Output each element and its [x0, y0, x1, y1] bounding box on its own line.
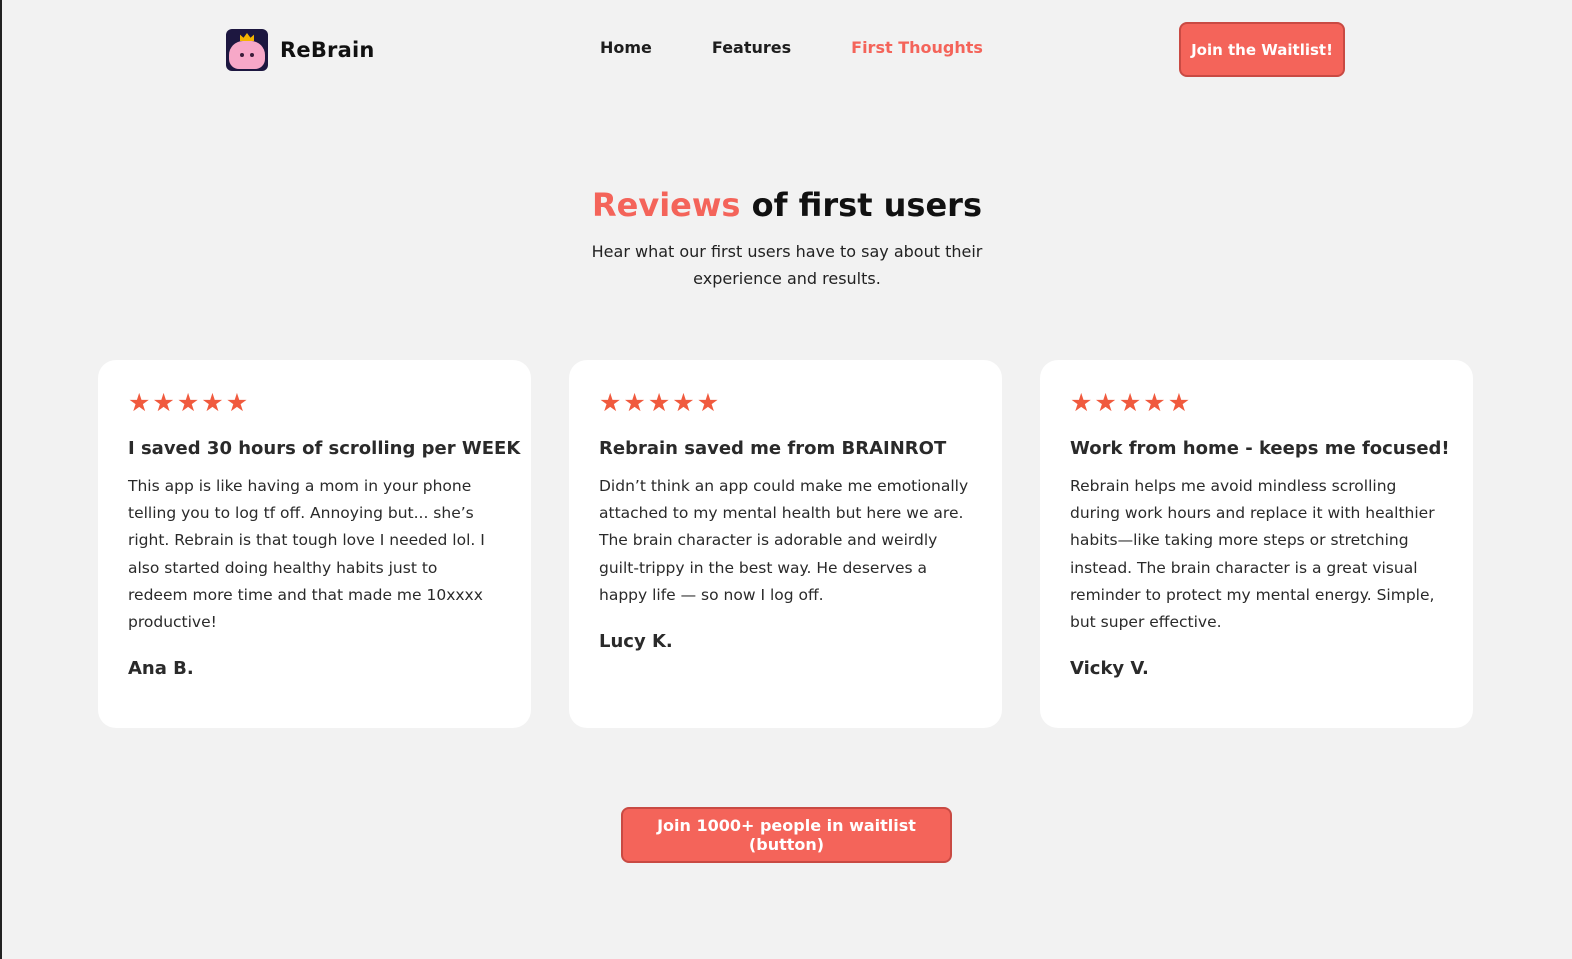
- review-card: ★ ★ ★ ★ ★ I saved 30 hours of scrolling …: [98, 360, 531, 728]
- star-icon: ★: [1118, 388, 1142, 417]
- star-icon: ★: [1094, 388, 1117, 417]
- section-title-accent: Reviews: [591, 186, 741, 224]
- star-icon: ★: [599, 388, 622, 417]
- nav-link-home[interactable]: Home: [600, 38, 652, 57]
- review-author: Ana B.: [128, 658, 194, 680]
- star-rating: ★ ★ ★ ★ ★: [599, 390, 972, 416]
- star-icon: ★: [1143, 388, 1166, 417]
- nav-link-first-thoughts[interactable]: First Thoughts: [851, 38, 983, 57]
- review-title: Rebrain saved me from BRAINROT: [599, 438, 947, 459]
- brand-name: ReBrain: [280, 38, 375, 62]
- star-icon: ★: [152, 388, 175, 417]
- review-author: Vicky V.: [1070, 658, 1149, 680]
- star-rating: ★ ★ ★ ★ ★: [1070, 390, 1443, 416]
- review-card: ★ ★ ★ ★ ★ Work from home - keeps me focu…: [1040, 360, 1473, 728]
- review-author: Lucy K.: [599, 631, 673, 652]
- review-body: This app is like having a mom in your ph…: [128, 477, 485, 632]
- review-title: I saved 30 hours of scrolling per WEEK: [128, 438, 521, 459]
- section-title-rest: of first users: [740, 186, 982, 224]
- star-icon: ★: [647, 388, 671, 417]
- review-title: Work from home - keeps me focused!: [1070, 438, 1450, 459]
- review-card: ★ ★ ★ ★ ★ Rebrain saved me from BRAINROT…: [569, 360, 1002, 728]
- star-rating: ★ ★ ★ ★ ★: [128, 390, 501, 416]
- review-body: Didn’t think an app could make me emotio…: [599, 477, 969, 604]
- section-title: Reviews of first users: [2, 186, 1572, 224]
- star-icon: ★: [176, 388, 200, 417]
- star-icon: ★: [672, 388, 695, 417]
- site-header: ReBrain Home Features First Thoughts Joi…: [2, 0, 1572, 100]
- star-icon: ★: [1167, 388, 1191, 417]
- star-icon: ★: [623, 388, 646, 417]
- nav-link-features[interactable]: Features: [712, 38, 791, 57]
- star-icon: ★: [128, 388, 151, 417]
- brain-crown-logo-icon: [226, 29, 268, 71]
- join-waitlist-button[interactable]: Join the Waitlist!: [1179, 22, 1345, 77]
- star-icon: ★: [225, 388, 249, 417]
- section-subtitle: Hear what our first users have to say ab…: [591, 242, 983, 288]
- star-icon: ★: [696, 388, 720, 417]
- brand-link[interactable]: ReBrain: [226, 29, 375, 71]
- star-icon: ★: [201, 388, 224, 417]
- main-nav: Home Features First Thoughts: [600, 38, 1043, 57]
- join-waitlist-bottom-button[interactable]: Join 1000+ people in waitlist (button): [621, 807, 952, 863]
- review-body: Rebrain helps me avoid mindless scrollin…: [1070, 477, 1435, 632]
- star-icon: ★: [1070, 388, 1093, 417]
